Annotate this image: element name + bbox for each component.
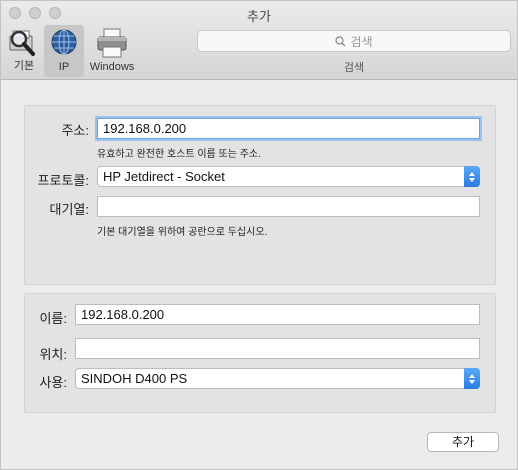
add-button[interactable]: 추가 xyxy=(427,432,499,452)
queue-label: 대기열: xyxy=(49,202,90,217)
driver-select[interactable]: SINDOH D400 PS xyxy=(75,368,480,389)
search-input[interactable]: 검색 xyxy=(197,30,511,52)
queue-field[interactable] xyxy=(97,196,480,217)
title-toolbar: 추가 기본 IP Windows 검색 검색 xyxy=(1,1,517,80)
toolbar-ip-label: IP xyxy=(58,61,70,73)
address-hint: 유효하고 완전한 호스트 이름 또는 주소. xyxy=(97,149,261,160)
printer-icon xyxy=(97,28,127,58)
search-placeholder: 검색 xyxy=(350,34,373,49)
window-title: 추가 xyxy=(247,9,271,24)
location-field[interactable] xyxy=(75,338,480,359)
printer-panel: 이름: 192.168.0.200 위치: 사용: SINDOH D400 PS xyxy=(24,293,496,413)
protocol-select[interactable]: HP Jetdirect - Socket xyxy=(97,166,480,187)
toolbar-ip[interactable]: IP xyxy=(44,25,84,77)
globe-icon xyxy=(51,29,77,55)
name-label: 이름: xyxy=(39,311,67,326)
protocol-value: HP Jetdirect - Socket xyxy=(103,169,225,184)
add-printer-window: 추가 기본 IP Windows 검색 검색 주소: 192.168.0.200… xyxy=(0,0,518,470)
driver-value: SINDOH D400 PS xyxy=(81,371,188,386)
connection-panel: 주소: 192.168.0.200 유효하고 완전한 호스트 이름 또는 주소.… xyxy=(24,105,496,285)
search-area: 검색 검색 xyxy=(197,30,511,75)
toolbar-windows-label: Windows xyxy=(89,61,135,73)
queue-hint: 기본 대기열을 위하여 공란으로 두십시오. xyxy=(97,227,268,238)
magnifier-icon xyxy=(9,30,35,56)
toolbar-basic-label: 기본 xyxy=(13,60,35,72)
toolbar-windows[interactable]: Windows xyxy=(85,25,139,77)
search-caption: 검색 xyxy=(343,62,365,74)
address-label: 주소: xyxy=(61,123,89,138)
search-icon xyxy=(335,35,346,46)
location-label: 위치: xyxy=(39,347,67,362)
protocol-label: 프로토콜: xyxy=(37,173,89,188)
name-field[interactable]: 192.168.0.200 xyxy=(75,304,480,325)
address-field[interactable]: 192.168.0.200 xyxy=(97,118,480,139)
toolbar-basic[interactable]: 기본 xyxy=(5,25,43,77)
use-label: 사용: xyxy=(39,375,67,390)
chevron-updown-icon xyxy=(464,166,480,187)
chevron-updown-icon xyxy=(464,368,480,389)
